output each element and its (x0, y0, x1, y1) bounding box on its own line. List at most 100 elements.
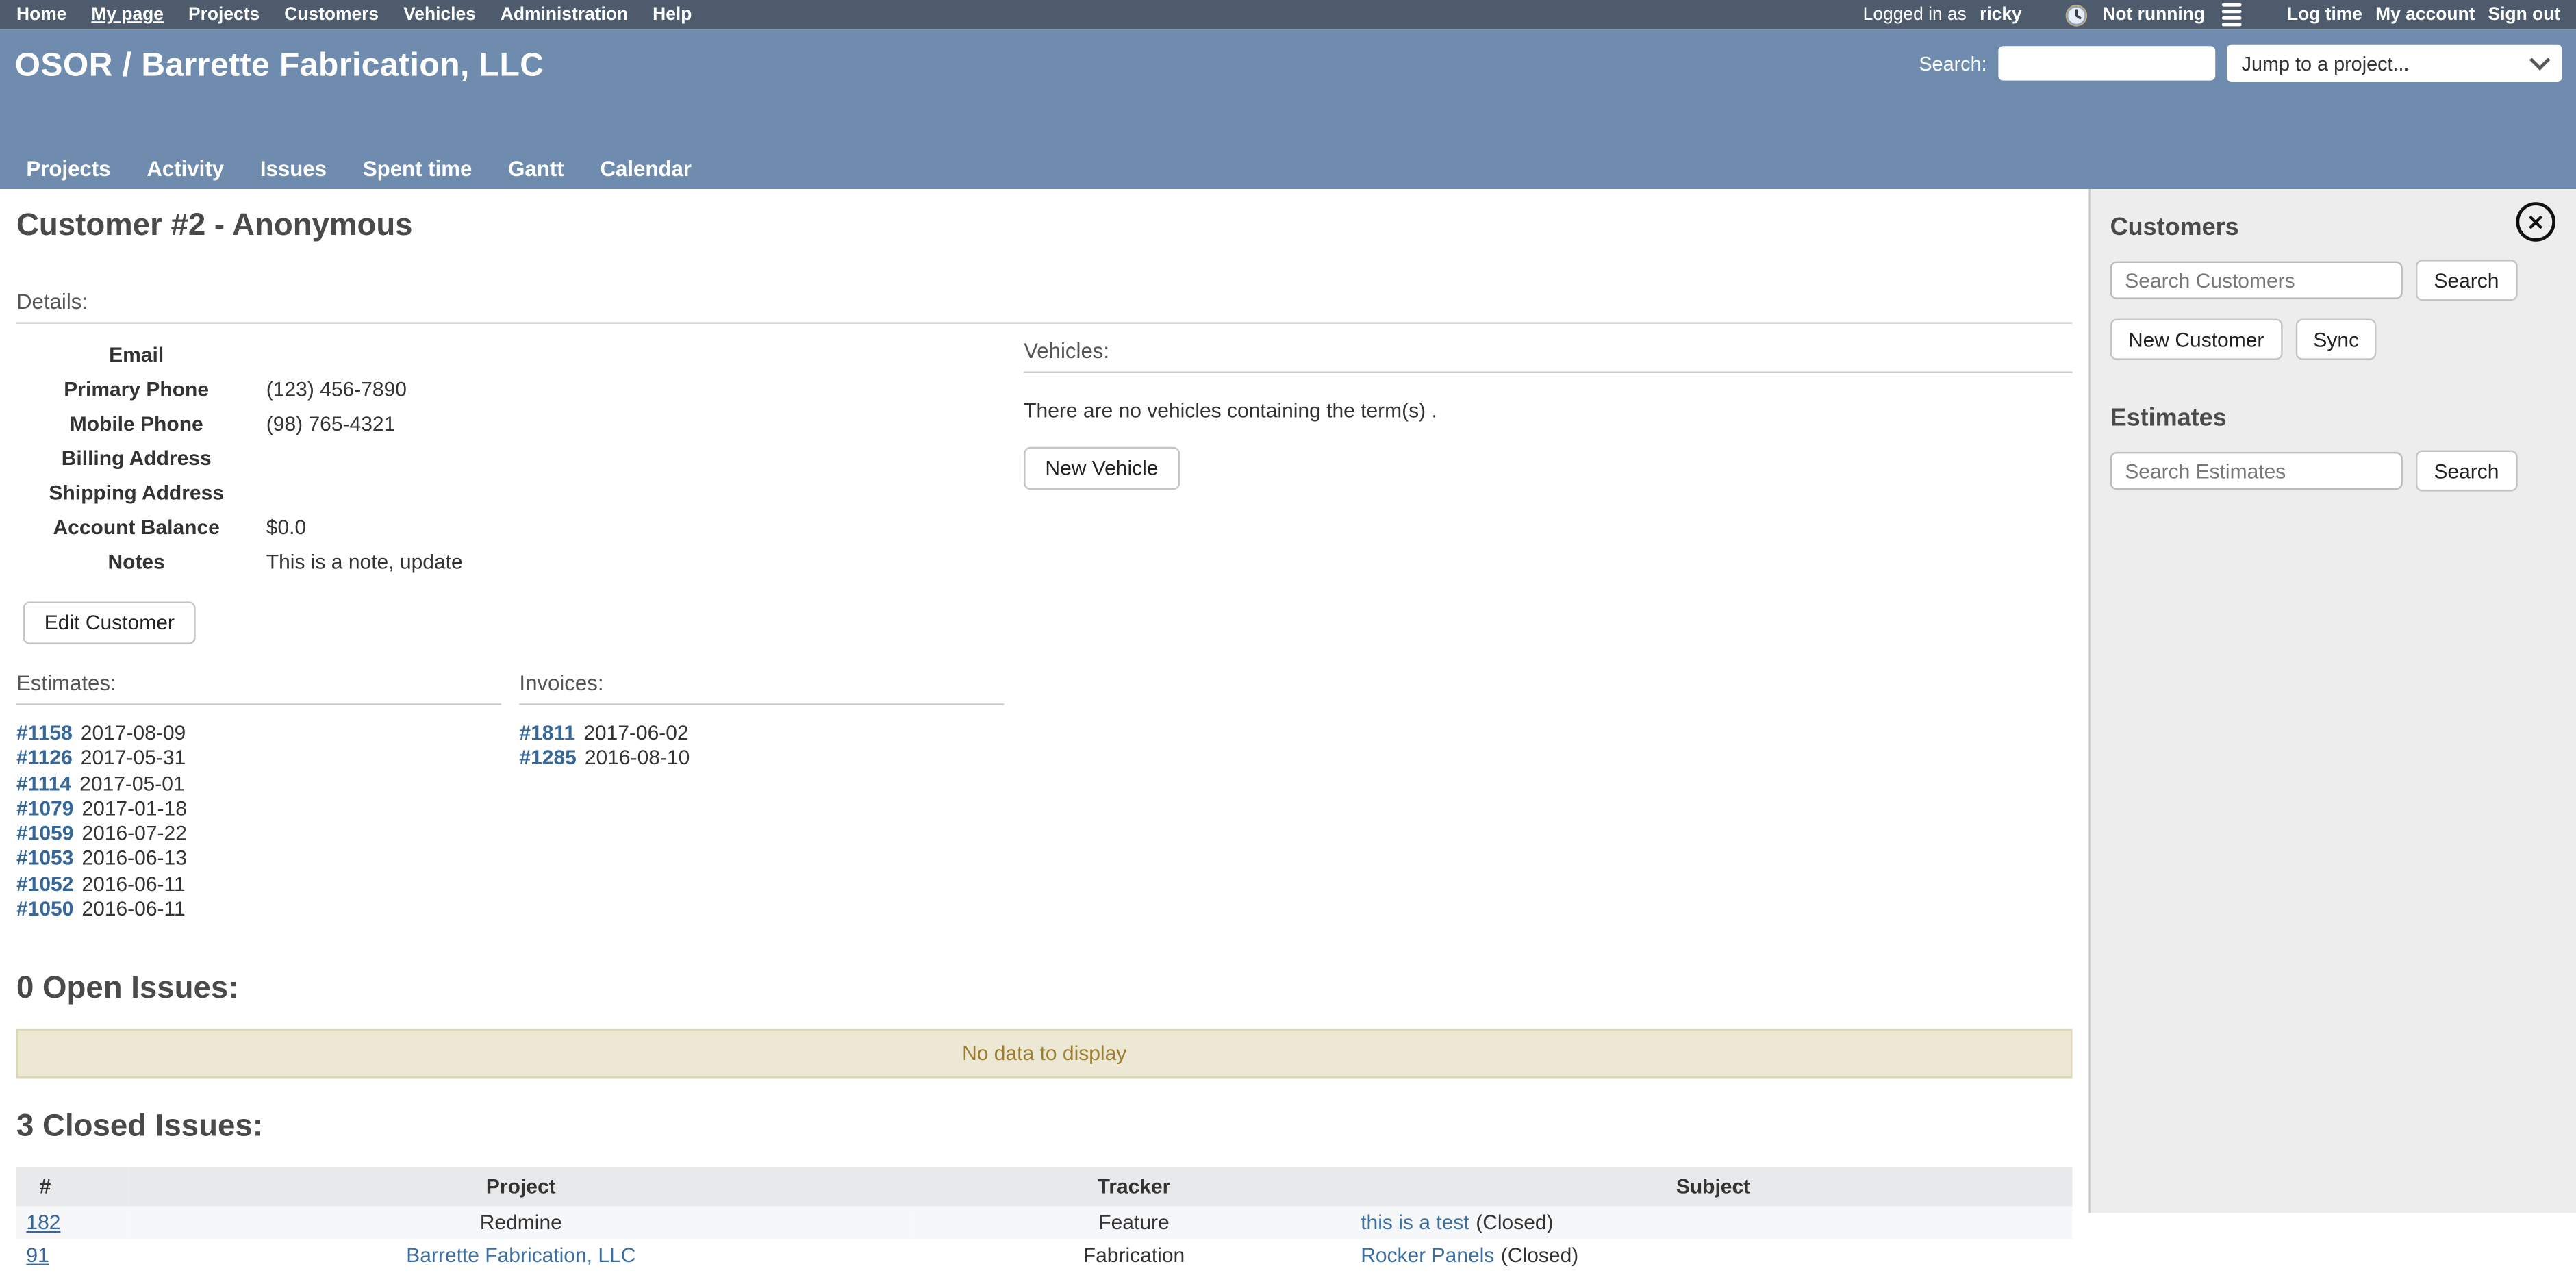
closed-issues-table: # Project Tracker Subject 182 Redmine Fe… (16, 1168, 2072, 1273)
estimate-link[interactable]: #1053 (16, 847, 73, 870)
sidebar-estimates-heading: Estimates (2110, 404, 2558, 432)
tab-gantt[interactable]: Gantt (490, 148, 582, 189)
invoices-section: Invoices: #18112017-06-02 #12852016-08-1… (519, 670, 1022, 922)
detail-value (256, 477, 472, 511)
jump-to-project-select[interactable]: Jump to a project... (2227, 45, 2562, 82)
close-icon[interactable]: ✕ (2516, 202, 2555, 242)
issue-subject-link[interactable]: this is a test (1361, 1211, 1469, 1235)
detail-value (256, 338, 472, 373)
details-table: Email Primary Phone (123) 456-7890 Mobil… (16, 338, 472, 580)
issue-id-link[interactable]: 182 (26, 1211, 60, 1235)
detail-row: Shipping Address (16, 477, 472, 511)
no-data-banner: No data to display (16, 1029, 2072, 1079)
top-menu-administration[interactable]: Administration (501, 5, 628, 25)
invoice-date: 2016-08-10 (585, 746, 690, 770)
log-time-link[interactable]: Log time (2287, 5, 2362, 25)
estimates-search-input[interactable] (2110, 452, 2403, 490)
estimate-date: 2017-08-09 (81, 722, 186, 745)
sign-out-link[interactable]: Sign out (2488, 5, 2561, 25)
estimate-link[interactable]: #1114 (16, 772, 71, 795)
tab-calendar[interactable]: Calendar (582, 148, 709, 189)
app-header: OSOR / Barrette Fabrication, LLC Search:… (0, 29, 2576, 189)
invoice-link[interactable]: #1811 (519, 722, 575, 745)
search-label: Search: (1919, 52, 1986, 75)
issues-header-row: # Project Tracker Subject (16, 1168, 2072, 1207)
estimate-link[interactable]: #1052 (16, 872, 73, 896)
estimate-link[interactable]: #1126 (16, 746, 73, 770)
issue-subject-link[interactable]: Rocker Panels (1361, 1244, 1494, 1268)
details-column: Email Primary Phone (123) 456-7890 Mobil… (16, 324, 1024, 923)
issue-project-link[interactable]: Barrette Fabrication, LLC (406, 1244, 635, 1268)
tab-spent-time[interactable]: Spent time (344, 148, 490, 189)
detail-value: (98) 765-4321 (256, 407, 472, 442)
estimates-heading: Estimates: (16, 670, 519, 695)
new-vehicle-button[interactable]: New Vehicle (1024, 447, 1180, 490)
estimate-item: #1158 2017-08-09 (16, 722, 519, 747)
top-menu-customers[interactable]: Customers (284, 5, 379, 25)
estimate-item: #11142017-05-01 (16, 772, 519, 797)
timer-list-icon[interactable] (2221, 3, 2241, 27)
vehicles-section: Vehicles: There are no vehicles containi… (1024, 324, 2072, 923)
sidebar-customers-heading: Customers (2110, 214, 2558, 242)
edit-customer-button[interactable]: Edit Customer (23, 601, 196, 644)
new-customer-button[interactable]: New Customer (2110, 319, 2282, 360)
top-menu-my-page[interactable]: My page (91, 5, 164, 25)
tab-issues[interactable]: Issues (242, 148, 344, 189)
top-menu-left: Home My page Projects Customers Vehicles… (16, 5, 692, 25)
estimates-list: #11582017-08-09 #11262017-05-31 #1114201… (16, 722, 519, 923)
detail-row: Primary Phone (123) 456-7890 (16, 373, 472, 407)
table-row: 91 Barrette Fabrication, LLC Fabrication… (16, 1240, 2072, 1273)
open-issues-heading: 0 Open Issues: (16, 972, 2072, 1008)
details-heading: Details: (16, 289, 2072, 314)
main-menu-tabs: Projects Activity Issues Spent time Gant… (8, 148, 709, 189)
detail-row: Email (16, 338, 472, 373)
sync-button[interactable]: Sync (2295, 319, 2377, 360)
jump-to-project-value: Jump to a project... (2242, 52, 2410, 75)
invoices-divider (519, 703, 1004, 705)
invoices-list: #18112017-06-02 #12852016-08-10 (519, 722, 1022, 772)
customer-title: Customer #2 - Anonymous (16, 209, 2072, 245)
estimate-link[interactable]: #1079 (16, 797, 73, 820)
content: Customer #2 - Anonymous Details: Email P… (0, 189, 2088, 1213)
search-input[interactable] (1998, 46, 2215, 80)
timer-status: Not running (2102, 5, 2205, 25)
vehicles-heading: Vehicles: (1024, 338, 2072, 363)
estimate-link[interactable]: #1158 (16, 722, 73, 745)
customers-search-input[interactable] (2110, 262, 2403, 299)
estimate-item: #10502016-06-11 (16, 898, 519, 923)
estimate-link[interactable]: #1050 (16, 898, 73, 921)
issue-status: (Closed) (1476, 1211, 1553, 1235)
detail-value: $0.0 (256, 511, 472, 545)
top-menu-help[interactable]: Help (653, 5, 692, 25)
timer-clock-icon[interactable] (2064, 3, 2089, 27)
customers-search-button[interactable]: Search (2416, 260, 2517, 301)
vehicles-empty-message: There are no vehicles containing the ter… (1024, 399, 2072, 423)
invoices-heading: Invoices: (519, 670, 1022, 695)
column-id: # (16, 1168, 128, 1207)
header-search-area: Search: Jump to a project... (1919, 45, 2562, 82)
estimates-search-button[interactable]: Search (2416, 451, 2517, 492)
issue-status: (Closed) (1501, 1244, 1578, 1268)
column-project: Project (128, 1168, 913, 1207)
top-menu-right: Logged in as ricky Not running Log time … (1863, 3, 2561, 27)
tab-activity[interactable]: Activity (129, 148, 242, 189)
estimate-date: 2016-06-11 (81, 872, 185, 896)
top-menu-home[interactable]: Home (16, 5, 66, 25)
detail-label: Billing Address (16, 442, 256, 477)
estimate-link[interactable]: #1059 (16, 822, 73, 845)
tab-projects[interactable]: Projects (8, 148, 129, 189)
my-account-link[interactable]: My account (2375, 5, 2475, 25)
main-area: Customer #2 - Anonymous Details: Email P… (0, 189, 2576, 1213)
issue-id-link[interactable]: 91 (26, 1244, 49, 1268)
vehicles-divider (1024, 371, 2072, 373)
top-menu-projects[interactable]: Projects (188, 5, 260, 25)
screen: Home My page Projects Customers Vehicles… (0, 0, 2576, 1213)
estimate-item: #10592016-07-22 (16, 822, 519, 847)
invoice-link[interactable]: #1285 (519, 746, 576, 770)
top-menu-vehicles[interactable]: Vehicles (403, 5, 476, 25)
logged-in-label: Logged in as (1863, 5, 1967, 25)
detail-label: Shipping Address (16, 477, 256, 511)
estimates-section: Estimates: #11582017-08-09 #11262017-05-… (16, 670, 519, 922)
detail-label: Primary Phone (16, 373, 256, 407)
detail-label: Notes (16, 546, 256, 580)
